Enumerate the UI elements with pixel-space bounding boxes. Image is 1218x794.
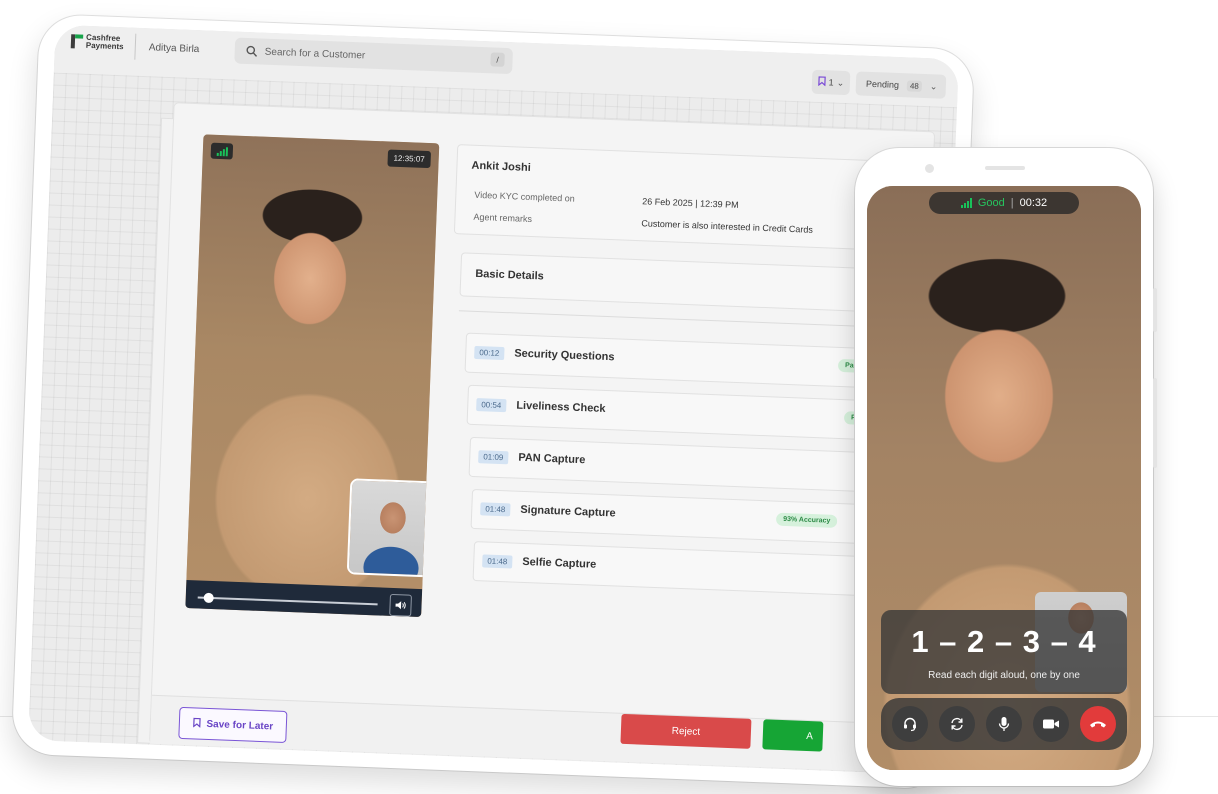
search-bar[interactable]: Search for a Customer / xyxy=(234,37,514,75)
tablet-device: Cashfree Payments Aditya Birla Search fo… xyxy=(11,14,975,790)
agent-pip-video xyxy=(348,480,435,576)
search-placeholder: Search for a Customer xyxy=(264,46,366,62)
video-seek-thumb[interactable] xyxy=(203,592,214,604)
queue-filter-dropdown[interactable]: Pending 48 ⌄ xyxy=(855,71,947,99)
front-camera xyxy=(925,164,934,173)
call-controls xyxy=(881,698,1127,750)
basic-details-section[interactable]: Basic Details xyxy=(459,252,873,313)
queue-label: Pending xyxy=(865,78,900,91)
action-footer: Save for Later Reject A xyxy=(150,694,912,773)
liveness-digits: 1 – 2 – 3 – 4 xyxy=(911,624,1097,659)
save-for-later-button[interactable]: Save for Later xyxy=(178,706,288,743)
step-label: Liveliness Check xyxy=(516,399,606,415)
end-call-icon[interactable] xyxy=(1079,706,1116,742)
step-timestamp[interactable]: 01:09 xyxy=(478,450,509,465)
signal-strength-icon xyxy=(210,142,234,160)
step-timestamp[interactable]: 00:12 xyxy=(474,345,505,361)
step-timestamp[interactable]: 01:48 xyxy=(482,554,513,569)
step-label: PAN Capture xyxy=(518,451,586,467)
status-divider: | xyxy=(1010,197,1014,209)
video-timestamp: 12:35:07 xyxy=(387,149,432,169)
info-label: Agent remarks xyxy=(473,211,533,225)
phone-device: Good | 00:32 1 – 2 – 3 – 4 Read each dig… xyxy=(855,148,1157,786)
accuracy-badge: 93% Accuracy xyxy=(775,512,838,528)
bookmark-icon xyxy=(817,76,826,88)
phone-screen: Good | 00:32 1 – 2 – 3 – 4 Read each dig… xyxy=(867,186,1141,770)
step-label: Selfie Capture xyxy=(522,555,597,571)
liveness-hint: Read each digit aloud, one by one xyxy=(928,670,1080,681)
section-title: Basic Details xyxy=(475,267,545,283)
step-timestamp[interactable]: 01:48 xyxy=(480,502,511,517)
step-row-security-questions[interactable]: 00:12 Security Questions Pa xyxy=(464,332,862,388)
phone-side-button xyxy=(1153,288,1157,332)
tablet-screen: Cashfree Payments Aditya Birla Search fo… xyxy=(28,24,959,775)
info-value: Customer is also interested in Credit Ca… xyxy=(641,218,814,235)
brand-name: Cashfree Payments xyxy=(85,32,124,52)
approve-button[interactable]: A xyxy=(762,719,824,752)
call-status-pill: Good | 00:32 xyxy=(929,192,1079,214)
client-name: Aditya Birla xyxy=(148,42,200,56)
queue-count-badge: 48 xyxy=(906,79,923,92)
chevron-down-icon: ⌄ xyxy=(836,77,845,88)
search-icon xyxy=(244,44,259,59)
connection-quality: Good xyxy=(977,197,1005,209)
info-label: Video KYC completed on xyxy=(474,189,575,204)
step-row-pan-capture[interactable]: 01:09 PAN Capture xyxy=(468,436,866,492)
logo-divider xyxy=(134,33,137,60)
video-seek-track[interactable] xyxy=(197,596,378,606)
user-avatar[interactable]: S xyxy=(957,75,959,99)
step-label: Signature Capture xyxy=(520,503,616,520)
video-camera-icon[interactable] xyxy=(1032,706,1069,742)
step-timestamp[interactable]: 00:54 xyxy=(476,398,507,413)
switch-camera-icon[interactable] xyxy=(939,706,976,742)
step-row-signature-capture[interactable]: 01:48 Signature Capture 93% Accuracy xyxy=(470,488,868,545)
recorded-video[interactable]: 12:35:07 xyxy=(185,134,440,618)
customer-name: Ankit Joshi xyxy=(471,159,531,174)
bookmark-count: 1 xyxy=(828,77,834,88)
customer-summary: Ankit Joshi Video KYC completed on 26 Fe… xyxy=(453,144,880,251)
step-row-liveliness-check[interactable]: 00:54 Liveliness Check P xyxy=(466,384,864,440)
chevron-down-icon: ⌄ xyxy=(929,80,938,91)
liveness-digits-panel: 1 – 2 – 3 – 4 Read each digit aloud, one… xyxy=(881,610,1127,694)
info-value: 26 Feb 2025 | 12:39 PM xyxy=(642,196,739,210)
step-row-selfie-capture[interactable]: 01:48 Selfie Capture xyxy=(472,541,870,597)
microphone-icon[interactable] xyxy=(985,706,1022,742)
step-label: Security Questions xyxy=(514,347,615,364)
top-bar: Cashfree Payments Aditya Birla Search fo… xyxy=(53,24,959,108)
reject-button[interactable]: Reject xyxy=(620,713,752,749)
phone-side-button xyxy=(1153,378,1157,468)
save-for-later-label: Save for Later xyxy=(206,718,274,732)
bookmark-icon xyxy=(192,717,201,730)
brand-logo: Cashfree Payments xyxy=(71,33,131,51)
phone-speaker xyxy=(985,166,1025,170)
kyc-review-card: 12:35:07 Ankit Joshi Video KYC completed… xyxy=(150,103,935,773)
headset-icon[interactable] xyxy=(892,706,929,742)
bookmark-filter-button[interactable]: 1 ⌄ xyxy=(811,69,851,96)
logo-mark-icon xyxy=(71,34,84,48)
volume-icon[interactable] xyxy=(389,593,412,617)
search-shortcut-key: / xyxy=(490,52,505,67)
divider xyxy=(458,310,871,328)
call-timer: 00:32 xyxy=(1019,197,1048,209)
signal-strength-icon xyxy=(960,198,972,208)
